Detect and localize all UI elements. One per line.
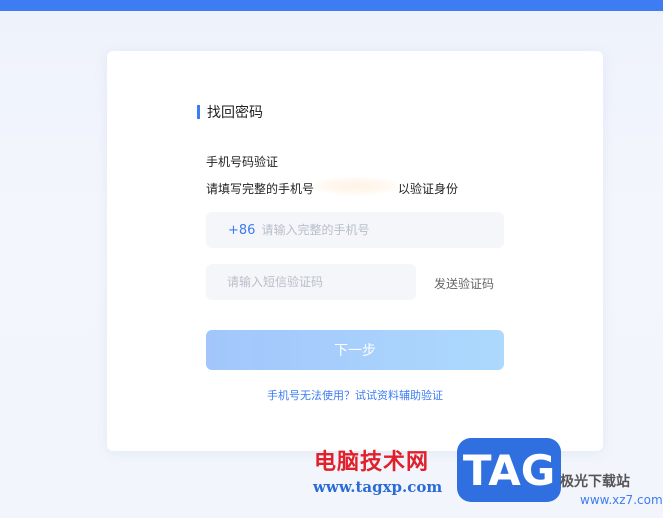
watermark-text: 电脑技术网 [314,449,430,475]
next-step-button[interactable]: 下一步 [206,330,504,370]
watermark-tag-logo: TAG [457,438,561,502]
phone-field: +86 [206,212,504,248]
watermark-site-url: www.xz7.com [580,493,663,507]
page-title: 找回密码 [207,105,263,121]
sms-field [206,264,416,300]
verify-hint-suffix: 以验证身份 [398,182,459,196]
country-code[interactable]: +86 [228,223,255,238]
recovery-card: 找回密码 手机号码验证 请填写完整的手机号 以验证身份 +86 发送验证码 下一… [107,51,603,451]
watermark-site-name: 极光下载站 [560,474,630,490]
verify-label: 手机号码验证 [206,155,279,169]
top-bar [0,0,663,11]
watermark-url: www.tagxp.com [313,478,443,496]
title-row: 找回密码 [197,104,263,121]
verify-hint: 请填写完整的手机号 以验证身份 [206,177,506,197]
phone-input[interactable] [261,223,482,237]
send-code-button[interactable]: 发送验证码 [434,275,494,292]
masked-phone [314,177,399,195]
verify-hint-prefix: 请填写完整的手机号 [206,182,315,196]
title-accent-bar [197,105,200,119]
alternate-verify-link[interactable]: 手机号无法使用？试试资料辅助验证 [206,387,504,403]
sms-code-input[interactable] [227,275,407,289]
